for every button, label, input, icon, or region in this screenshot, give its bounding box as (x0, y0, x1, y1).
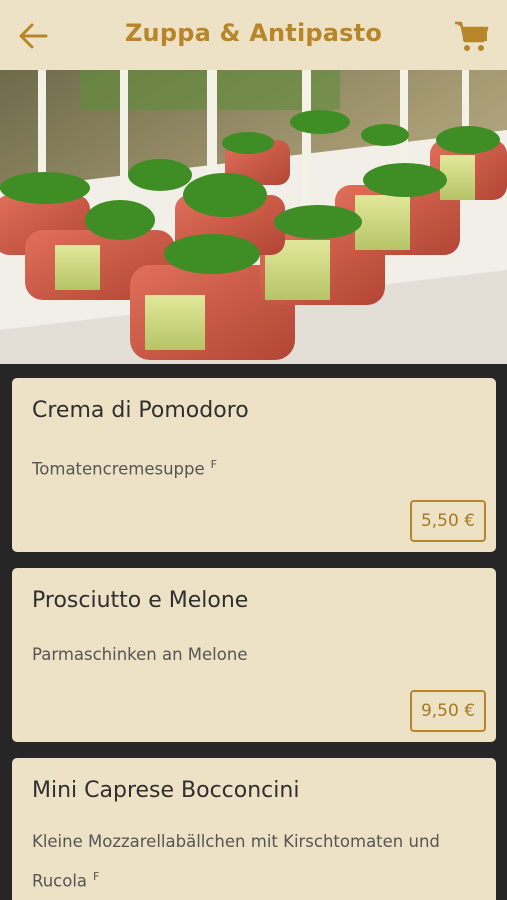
menu-item-name: Crema di Pomodoro (32, 398, 249, 423)
menu-item-card[interactable]: Crema di Pomodoro Tomatencremesuppe F 5,5… (12, 378, 496, 552)
page-title: Zuppa & Antipasto (124, 19, 383, 47)
allergen-marker: F (210, 458, 217, 471)
price-button[interactable]: 5,50 € (410, 500, 486, 542)
menu-item-card[interactable]: Prosciutto e Melone Parmaschinken an Mel… (12, 568, 496, 742)
price-button[interactable]: 9,50 € (410, 690, 486, 732)
menu-item-description: Parmaschinken an Melone (32, 637, 482, 672)
menu-item-name: Mini Caprese Bocconcini (32, 778, 300, 803)
hero-food-image (0, 70, 507, 364)
allergen-marker: F (93, 870, 100, 883)
menu-item-description-text: Tomatencremesuppe (32, 459, 205, 479)
shopping-cart-icon (455, 21, 489, 51)
app-header: Zuppa & Antipasto (0, 0, 507, 70)
menu-item-name: Prosciutto e Melone (32, 588, 249, 613)
menu-item-description: Tomatencremesuppe F (32, 447, 482, 487)
menu-item-description: Kleine Mozzarellabällchen mit Kirschtoma… (32, 824, 482, 899)
menu-item-card[interactable]: Mini Caprese Bocconcini Kleine Mozzarell… (12, 758, 496, 900)
cart-button[interactable] (452, 17, 490, 55)
menu-item-description-text: Parmaschinken an Melone (32, 645, 248, 664)
